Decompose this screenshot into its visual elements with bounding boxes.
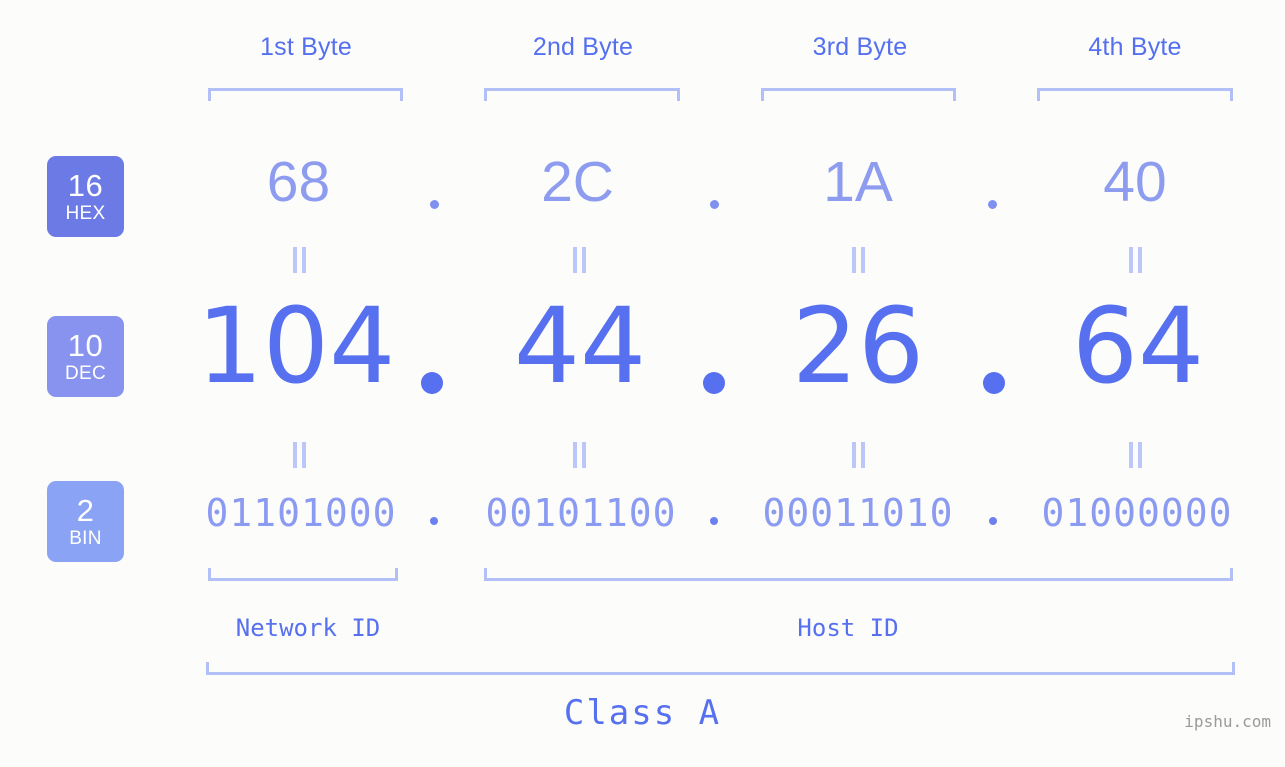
equals-glyph-hex-dec-3 [851,247,867,273]
byte-bracket-3 [761,88,956,101]
bin-octet-3: 00011010 [762,491,954,535]
equals-glyph-dec-bin-3 [851,442,867,468]
byte-header-2: 2nd Byte [532,33,634,61]
bin-octet-2: 00101100 [485,491,677,535]
base-badge-dec-name: DEC [64,363,106,384]
hex-octet-2: 2C [541,150,614,214]
dec-octet-1: 104 [196,285,396,407]
equals-glyph-dec-bin-4 [1128,442,1144,468]
equals-glyph-dec-bin-2 [572,442,588,468]
equals-glyph-hex-dec-2 [572,247,588,273]
host-id-label: Host ID [797,614,899,642]
hex-octet-4: 40 [1103,150,1167,214]
dec-octet-3: 26 [791,285,925,407]
hex-separator-dot-2 [710,200,719,209]
class-label: Class A [563,693,722,733]
class-bracket [206,662,1235,675]
dec-separator-dot-3 [983,372,1005,394]
byte-header-1: 1st Byte [260,33,352,61]
host-id-bracket [484,568,1233,581]
hex-octet-3: 1A [823,150,893,214]
hex-separator-dot-3 [988,200,997,209]
base-badge-hex: 16 HEX [47,156,124,237]
bin-separator-dot-3 [989,517,997,525]
network-id-bracket [208,568,398,581]
byte-bracket-4 [1037,88,1233,101]
bin-separator-dot-1 [430,517,438,525]
byte-header-3: 3rd Byte [812,33,908,61]
equals-glyph-hex-dec-4 [1128,247,1144,273]
ip-address-breakdown-diagram: 1st Byte 2nd Byte 3rd Byte 4th Byte 16 H… [0,0,1285,767]
dec-octet-2: 44 [513,285,647,407]
dec-separator-dot-1 [421,372,443,394]
bin-octet-4: 01000000 [1041,491,1233,535]
hex-separator-dot-1 [430,200,439,209]
equals-glyph-dec-bin-1 [292,442,308,468]
base-badge-hex-name: HEX [65,203,106,224]
base-badge-hex-number: 16 [67,168,104,203]
bin-separator-dot-2 [710,517,718,525]
equals-glyph-hex-dec-1 [292,247,308,273]
site-watermark: ipshu.com [1184,712,1271,731]
dec-octet-4: 64 [1071,285,1205,407]
bin-octet-1: 01101000 [205,491,397,535]
base-badge-bin-name: BIN [69,528,102,549]
base-badge-dec-number: 10 [67,328,104,363]
dec-separator-dot-2 [703,372,725,394]
byte-header-4: 4th Byte [1088,33,1182,61]
base-badge-dec: 10 DEC [47,316,124,397]
byte-bracket-1 [208,88,403,101]
base-badge-bin-number: 2 [76,493,95,528]
byte-bracket-2 [484,88,680,101]
base-badge-bin: 2 BIN [47,481,124,562]
network-id-label: Network ID [235,614,381,642]
hex-octet-1: 68 [266,150,331,214]
